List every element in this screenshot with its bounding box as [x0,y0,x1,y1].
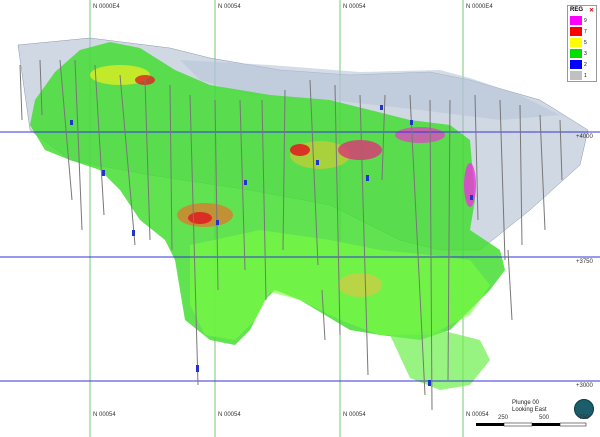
legend-item: 5 [568,37,596,48]
northing-label: N 00054 [93,412,116,418]
legend-swatch [570,16,582,25]
legend-label: 9 [584,17,587,24]
northing-label: N 00054 [218,412,241,418]
northing-label: N 00054 [343,412,366,418]
elevation-label: +3750 [576,259,593,265]
legend-item: 1 [568,70,596,81]
northing-label: N 00054 [218,4,241,10]
legend-title: REG [570,7,584,13]
scale-bar [476,422,587,427]
legend-label: 3 [584,50,587,57]
close-icon[interactable]: ✕ [589,7,594,14]
scale-label: 500 [539,415,550,421]
legend-item: 2 [568,59,596,70]
northing-label: N 0000E4 [466,4,493,10]
elevation-label: +3000 [576,383,593,389]
legend-swatch [570,38,582,47]
legend-header: REG ✕ [568,6,596,15]
grade-legend[interactable]: REG ✕ 9 7 5 3 2 1 [567,5,597,82]
plunge-text: Plunge 00 [512,400,540,406]
northing-label: N 0000E4 [93,4,120,10]
view-info: Plunge 00 Looking East [512,400,547,414]
northing-label: N 00054 [343,4,366,10]
legend-label: 2 [584,61,587,68]
legend-item: 3 [568,48,596,59]
elevation-label: +4000 [576,134,593,140]
legend-item: 7 [568,26,596,37]
scale-label: 750 [579,415,590,421]
legend-swatch [570,27,582,36]
legend-label: 1 [584,72,587,79]
legend-label: 5 [584,39,587,46]
northing-label: N 00054 [466,412,489,418]
legend-swatch [570,60,582,69]
looking-text: Looking East [512,407,547,413]
model-scene[interactable] [0,0,600,437]
legend-swatch [570,49,582,58]
scale-label: 250 [498,415,509,421]
legend-label: 7 [584,28,587,35]
3d-view[interactable]: N 0000E4 N 00054 N 00054 N 0000E4 N 0005… [0,0,600,437]
legend-item: 9 [568,15,596,26]
legend-swatch [570,71,582,80]
